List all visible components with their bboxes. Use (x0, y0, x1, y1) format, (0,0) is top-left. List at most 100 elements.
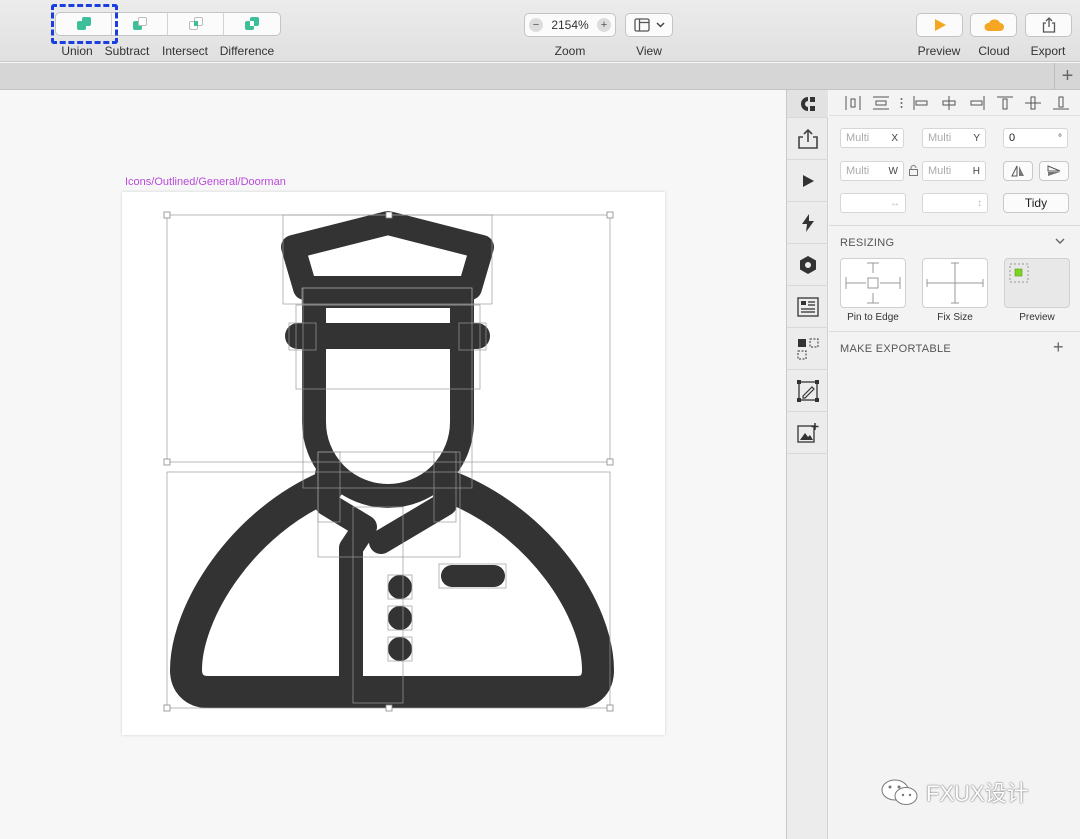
inspector-tab-bar (786, 90, 828, 839)
inspector-panel: Multi X Multi Y 0 ° Multi W Multi H ↔ ↕ … (829, 90, 1080, 839)
lock-icon[interactable] (909, 165, 918, 176)
horizontal-spacing-field[interactable]: ↔ (840, 193, 906, 213)
rotation-unit: ° (1058, 132, 1062, 144)
difference-label: Difference (219, 44, 275, 58)
layout-tab[interactable] (787, 328, 828, 370)
align-center-button[interactable] (935, 93, 963, 113)
x-field[interactable]: Multi X (840, 128, 904, 148)
subtract-label: Subtract (104, 44, 150, 58)
button-1 (388, 575, 412, 599)
align-top-button[interactable] (991, 93, 1019, 113)
y-field[interactable]: Multi Y (922, 128, 986, 148)
edit-tab[interactable] (787, 370, 828, 412)
flip-vertical-icon (1047, 165, 1061, 176)
play-icon (802, 174, 814, 187)
fix-size-label: Fix Size (937, 312, 973, 323)
play-icon (934, 19, 946, 31)
chevron-down-icon[interactable] (1055, 238, 1065, 245)
flip-vertical-button[interactable] (1039, 161, 1069, 181)
rotation-field[interactable]: 0 ° (1003, 128, 1068, 148)
align-middle-icon (1025, 96, 1041, 109)
height-field[interactable]: Multi H (922, 161, 986, 181)
style-icon (800, 96, 815, 111)
rotation-value: 0 (1009, 132, 1016, 144)
upload-icon (797, 128, 818, 149)
text-layout-tab[interactable] (787, 286, 828, 328)
artboard-title[interactable]: Icons/Outlined/General/Doorman (125, 176, 286, 188)
resizing-title: RESIZING (840, 237, 895, 249)
flip-horizontal-button[interactable] (1003, 161, 1033, 181)
watermark-text: FXUX设计 (926, 781, 1029, 806)
zoom-out-button[interactable]: − (529, 18, 543, 32)
make-exportable-title: MAKE EXPORTABLE (840, 343, 952, 355)
fix-size-icon (926, 262, 984, 304)
fix-size-option[interactable] (922, 258, 988, 308)
intersect-button[interactable] (168, 13, 224, 35)
width-field[interactable]: Multi W (840, 161, 904, 181)
watermark: FXUX设计 (880, 776, 1029, 808)
dots-icon (900, 97, 902, 108)
flip-horizontal-icon (1011, 165, 1024, 177)
chevron-down-icon (655, 22, 665, 28)
align-left-button[interactable] (907, 93, 935, 113)
vertical-spacing-field[interactable]: ↕ (922, 193, 988, 213)
align-bottom-button[interactable] (1047, 93, 1075, 113)
add-export-button[interactable]: + (1053, 337, 1064, 358)
distribute-vertical-button[interactable] (867, 93, 895, 113)
subtract-button[interactable] (112, 13, 168, 35)
view-button[interactable] (625, 13, 673, 37)
interaction-tab[interactable] (787, 202, 828, 244)
zoom-in-button[interactable]: + (597, 18, 611, 32)
pin-to-edge-label: Pin to Edge (847, 312, 899, 323)
image-tab[interactable] (787, 412, 828, 454)
w-placeholder: Multi (846, 165, 870, 177)
cloud-icon (983, 19, 1004, 31)
zoom-value[interactable]: 2154% (551, 18, 588, 32)
resize-preview-icon (1009, 263, 1029, 283)
distribute-horizontal-button[interactable] (839, 93, 867, 113)
pin-to-edge-option[interactable] (840, 258, 906, 308)
difference-icon (244, 16, 260, 32)
distribute-vertical-icon (873, 96, 889, 109)
tab-strip: + (0, 63, 1080, 90)
view-label: View (636, 44, 662, 58)
zoom-control: − 2154% + (524, 13, 616, 37)
align-middle-button[interactable] (1019, 93, 1047, 113)
align-right-icon (970, 95, 985, 110)
intersect-label: Intersect (161, 44, 209, 58)
grid-icon (797, 338, 818, 359)
layout-icon (633, 18, 650, 32)
prototype-tab[interactable] (787, 160, 828, 202)
preview-label: Preview (917, 44, 961, 58)
cloud-button[interactable] (970, 13, 1017, 37)
text-block-icon (796, 296, 819, 317)
canvas[interactable]: Icons/Outlined/General/Doorman (0, 90, 786, 839)
union-label: Union (61, 44, 93, 58)
preview-button[interactable] (916, 13, 963, 37)
h-placeholder: Multi (928, 165, 952, 177)
pin-to-edge-icon (845, 262, 901, 304)
more-options-button[interactable] (895, 93, 907, 113)
export-button[interactable] (1025, 13, 1072, 37)
style-tab[interactable] (787, 90, 828, 118)
hexagon-icon (799, 255, 816, 274)
add-image-icon (796, 422, 818, 443)
align-right-button[interactable] (963, 93, 991, 113)
symbol-tab[interactable] (787, 244, 828, 286)
zoom-label: Zoom (554, 44, 586, 58)
doorman-icon[interactable] (122, 192, 665, 735)
add-tab-button[interactable]: + (1054, 63, 1080, 89)
intersect-icon (188, 16, 204, 32)
export-label: Export (1030, 44, 1066, 58)
align-left-icon (913, 95, 928, 110)
export-tab[interactable] (787, 118, 828, 160)
artboard[interactable] (122, 192, 665, 735)
hat-top-shape (281, 211, 494, 300)
tidy-button[interactable]: Tidy (1003, 193, 1069, 213)
wechat-icon (881, 779, 918, 805)
align-top-icon (997, 96, 1013, 109)
difference-button[interactable] (224, 13, 280, 35)
distribute-horizontal-icon (845, 95, 861, 110)
x-label: X (891, 132, 898, 144)
toolbar: Union Subtract Intersect Difference − 21… (0, 0, 1080, 62)
